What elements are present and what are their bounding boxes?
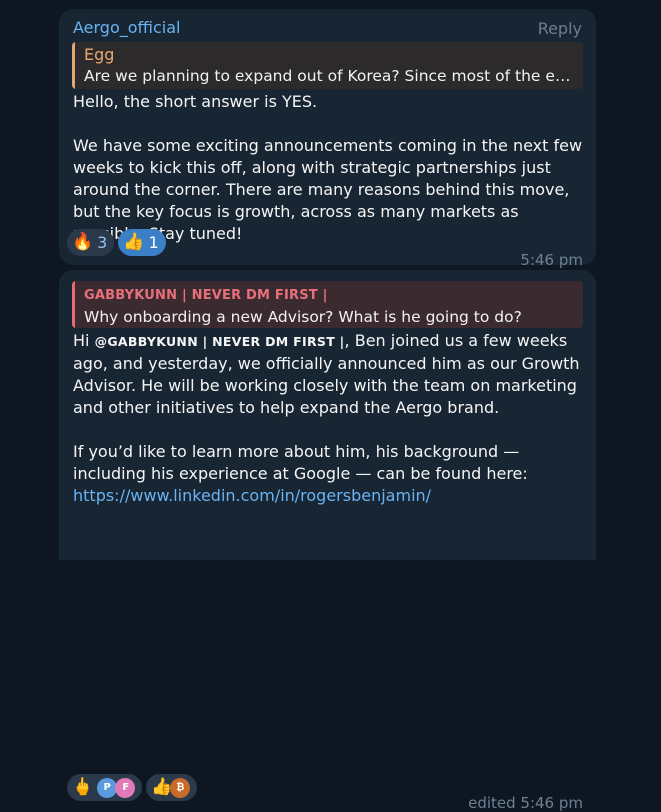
message-paragraph: If you’d like to learn more about him, h… — [73, 442, 528, 483]
message-paragraph: Hi @GABBYKUNN | NEVER DM FIRST |, Ben jo… — [73, 330, 588, 419]
reaction-count: 3 — [97, 233, 108, 252]
reactions-bar: 🔥 3 👍 1 — [67, 229, 166, 256]
reactions-bar: 🖕 P ₣ 👍 ₿ — [67, 774, 198, 801]
thumbs-up-icon: 👍 — [123, 232, 145, 252]
quote-text: Why onboarding a new Advisor? What is he… — [84, 308, 522, 326]
middle-finger-icon: 🖕 — [72, 777, 94, 797]
message-text: Hello, the short answer is YES. We have … — [73, 91, 588, 245]
fire-icon: 🔥 — [72, 232, 94, 252]
reaction-thumbs-up[interactable]: 👍 ₿ — [146, 774, 198, 801]
reaction-fire[interactable]: 🔥 3 — [67, 229, 115, 256]
user-mention[interactable]: @GABBYKUNN | NEVER DM FIRST | — [95, 334, 345, 349]
message-bubble[interactable]: Aergo_official Reply Egg Are we planning… — [59, 9, 596, 269]
message-line: Hello, the short answer is YES. — [73, 92, 318, 111]
quote-author: GABBYKUNN | NEVER DM FIRST | — [84, 288, 328, 303]
reply-button[interactable]: Reply — [538, 19, 582, 38]
avatar: P — [97, 777, 118, 798]
linkedin-link[interactable]: https://www.linkedin.com/in/rogersbenjam… — [73, 486, 431, 505]
message-text: Hi @GABBYKUNN | NEVER DM FIRST |, Ben jo… — [73, 330, 588, 507]
reaction-count: 1 — [148, 233, 159, 252]
message-bubble[interactable]: GABBYKUNN | NEVER DM FIRST | Why onboard… — [59, 270, 596, 812]
reaction-thumbs-up[interactable]: 👍 1 — [118, 229, 166, 256]
avatar: ₿ — [170, 777, 191, 798]
thumbs-up-icon: 👍 — [151, 777, 173, 797]
sender-name[interactable]: Aergo_official — [73, 18, 181, 37]
quote-text: Are we planning to expand out of Korea? … — [84, 67, 573, 85]
avatar: ₣ — [115, 777, 136, 798]
reply-quote[interactable]: GABBYKUNN | NEVER DM FIRST | Why onboard… — [72, 281, 583, 328]
reply-quote[interactable]: Egg Are we planning to expand out of Kor… — [72, 42, 583, 89]
greeting: Hi — [73, 331, 95, 350]
message-time: edited 5:46 pm — [468, 794, 583, 812]
reaction-middle-finger[interactable]: 🖕 P ₣ — [67, 774, 143, 801]
quote-author: Egg — [84, 45, 115, 64]
message-time: 5:46 pm — [520, 251, 583, 269]
